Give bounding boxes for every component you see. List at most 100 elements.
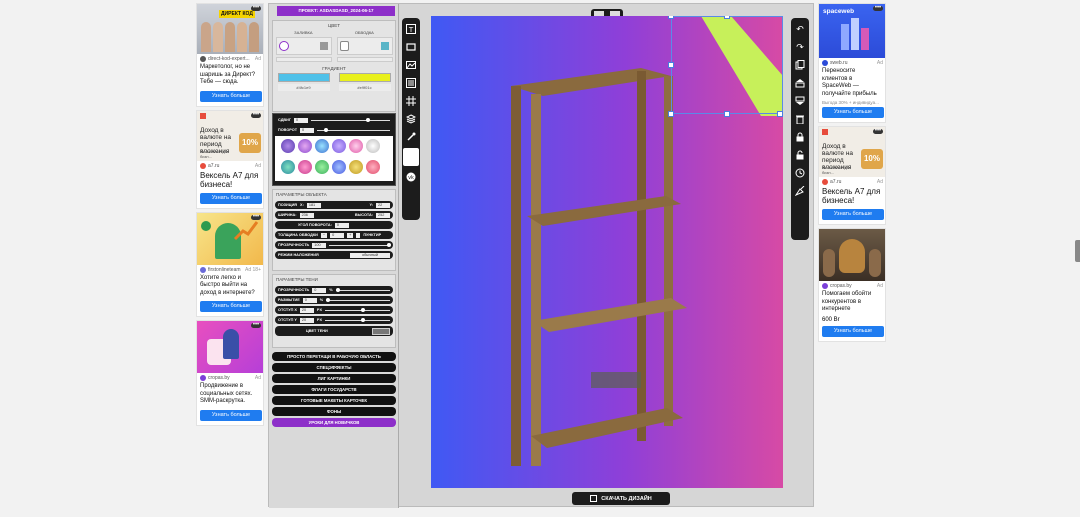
gradient-preset[interactable] — [298, 139, 312, 153]
gradient-preset[interactable] — [366, 160, 380, 174]
resize-handle[interactable] — [668, 16, 674, 19]
ad-image[interactable]: Доход в валюте на период вложения Вексел… — [819, 127, 885, 177]
ad-text[interactable]: Хотите легко и быстро выйти на доход в и… — [197, 273, 263, 300]
gradient-preset[interactable] — [366, 139, 380, 153]
gradient-color-2[interactable] — [338, 73, 391, 82]
height-input[interactable]: 252 — [376, 212, 390, 218]
clear-icon[interactable] — [793, 184, 807, 198]
shadow-offset-x-input[interactable]: 20 — [299, 307, 314, 313]
ad-card[interactable]: Доход в валюте на период вложения Вексел… — [818, 126, 886, 225]
stroke-width-input[interactable]: 0 — [330, 232, 345, 238]
ad-text[interactable]: Вексель А7 для бизнеса! — [197, 169, 263, 191]
layer-up-icon[interactable] — [793, 76, 807, 90]
grid-tool-icon[interactable] — [404, 94, 418, 108]
ad-learn-more-button[interactable]: Узнать больше — [200, 192, 262, 204]
slider-knob[interactable] — [324, 127, 329, 132]
more-icon[interactable]: ••• — [251, 322, 261, 328]
ad-learn-more-button[interactable]: Узнать больше — [200, 90, 262, 102]
resize-handle[interactable] — [668, 62, 674, 68]
download-design-button[interactable]: СКАЧАТЬ ДИЗАЙН — [572, 492, 670, 505]
angle-input[interactable]: 0 — [334, 222, 349, 228]
color-swatch-icon[interactable] — [403, 148, 419, 166]
slider-knob[interactable] — [360, 307, 365, 312]
unlock-icon[interactable] — [793, 148, 807, 162]
shadow-offset-y-input[interactable]: 20 — [299, 317, 314, 323]
gradient-preset[interactable] — [315, 139, 329, 153]
slider-knob[interactable] — [386, 242, 391, 247]
ad-learn-more-button[interactable]: Узнать больше — [822, 325, 884, 337]
ad-card[interactable]: Доход в валюте на период вложения Вексел… — [196, 109, 264, 209]
slider-knob[interactable] — [366, 117, 371, 122]
width-input[interactable]: 236 — [299, 212, 314, 218]
image-tool-icon[interactable] — [404, 58, 418, 72]
more-icon[interactable]: ••• — [873, 5, 883, 11]
slider-knob[interactable] — [326, 297, 331, 302]
rotate-slider[interactable] — [317, 127, 390, 132]
eyedropper-tool-icon[interactable] — [404, 130, 418, 144]
gradient-preset[interactable] — [349, 139, 363, 153]
ad-image[interactable]: spaceweb ••• — [819, 4, 885, 58]
ad-learn-more-button[interactable]: Узнать больше — [822, 209, 884, 220]
y-input[interactable]: 22 — [376, 202, 390, 208]
ad-image[interactable] — [819, 229, 885, 281]
gradient-preset[interactable] — [298, 160, 312, 174]
ad-card[interactable]: cropas.by Ad Помогаем обойти конкурентов … — [818, 228, 886, 342]
gradient-hex-1[interactable]: #4fc1e9 — [277, 84, 330, 91]
lock-icon[interactable] — [793, 130, 807, 144]
shadow-offset-y-slider[interactable] — [325, 317, 390, 322]
flags-button[interactable]: ФЛАГИ ГОСУДАРСТВ — [272, 385, 396, 394]
resize-handle[interactable] — [724, 16, 730, 19]
ad-image[interactable]: ДИРЕКТ КОД ••• — [197, 4, 263, 54]
gradient-preset[interactable] — [281, 139, 295, 153]
more-icon[interactable]: ••• — [251, 5, 261, 11]
rotate-row[interactable]: ПОВОРОТ 0 — [275, 126, 393, 134]
rect-tool-icon[interactable] — [404, 40, 418, 54]
delete-icon[interactable] — [793, 112, 807, 126]
shift-value[interactable]: 0 — [294, 117, 309, 123]
x-input[interactable]: 181 — [306, 202, 321, 208]
stroke-swatch[interactable] — [339, 41, 349, 51]
card-templates-button[interactable]: ГОТОВЫЕ МАКЕТЫ КАРТОЧЕК — [272, 396, 396, 405]
more-icon[interactable]: ••• — [251, 112, 261, 118]
opacity-slider[interactable] — [329, 242, 391, 247]
shift-slider[interactable] — [311, 117, 390, 122]
no-stroke-icon[interactable] — [380, 42, 389, 50]
ad-card[interactable]: spaceweb ••• sweb.ru Ad Переносите клиент… — [818, 3, 886, 123]
ad-learn-more-button[interactable]: Узнать больше — [200, 409, 262, 421]
shadow-offset-x-slider[interactable] — [325, 307, 390, 312]
resize-handle[interactable] — [777, 111, 783, 117]
design-canvas[interactable] — [431, 16, 783, 488]
more-icon[interactable]: ••• — [251, 214, 261, 220]
images-button[interactable]: ЛИГ КАРТИНКИ — [272, 374, 396, 383]
more-icon[interactable]: ••• — [873, 128, 883, 134]
resize-handle[interactable] — [668, 111, 674, 117]
layers-tool-icon[interactable] — [404, 112, 418, 126]
resize-handle[interactable] — [724, 111, 730, 117]
ad-card[interactable]: ••• firstonlineteam Ad 18+ Хотите легко и… — [196, 211, 264, 317]
ad-text[interactable]: Помогаем обойти конкурентов в интернете — [819, 289, 885, 316]
rotate-value[interactable]: 0 — [300, 127, 315, 133]
blend-mode-select[interactable]: обычный — [350, 252, 390, 258]
gradient-hex-2[interactable]: #e9f01c — [338, 84, 391, 91]
drag-to-workspace-button[interactable]: ПРОСТО ПЕРЕТАЩИ В РАБОЧУЮ ОБЛАСТЬ — [272, 352, 396, 361]
side-drawer-handle[interactable] — [1075, 240, 1080, 262]
ad-card[interactable]: ••• cropas.by Ad Продвижение в социальных… — [196, 320, 264, 426]
stroke-picker[interactable] — [336, 37, 393, 55]
redo-icon[interactable]: ↷ — [793, 40, 807, 54]
gradient-preset[interactable] — [315, 160, 329, 174]
ad-learn-more-button[interactable]: Узнать больше — [200, 301, 262, 312]
shadow-color-swatch[interactable] — [372, 327, 390, 335]
gradient-preset[interactable] — [281, 160, 295, 174]
text-tool-icon[interactable]: T — [404, 22, 418, 36]
opacity-input[interactable]: 100 — [312, 242, 327, 248]
ad-text[interactable]: Продвижение в социальных сетях. SMM-раск… — [197, 381, 263, 408]
selection-box[interactable] — [671, 16, 783, 114]
project-bar[interactable]: ПРОЕКТ: ASDASDASD_2024-06-17 — [277, 6, 395, 16]
gradient-color-1[interactable] — [277, 73, 330, 82]
dashed-checkbox[interactable] — [356, 232, 361, 238]
tutorials-button[interactable]: УРОКИ ДЛЯ НОВИЧКОВ — [272, 418, 396, 427]
undo-icon[interactable]: ↶ — [793, 22, 807, 36]
layer-down-icon[interactable] — [793, 94, 807, 108]
ad-image[interactable]: ••• — [197, 321, 263, 373]
ad-text[interactable]: Маркетолог, но не шаришь за Директ? Тебе… — [197, 62, 263, 89]
